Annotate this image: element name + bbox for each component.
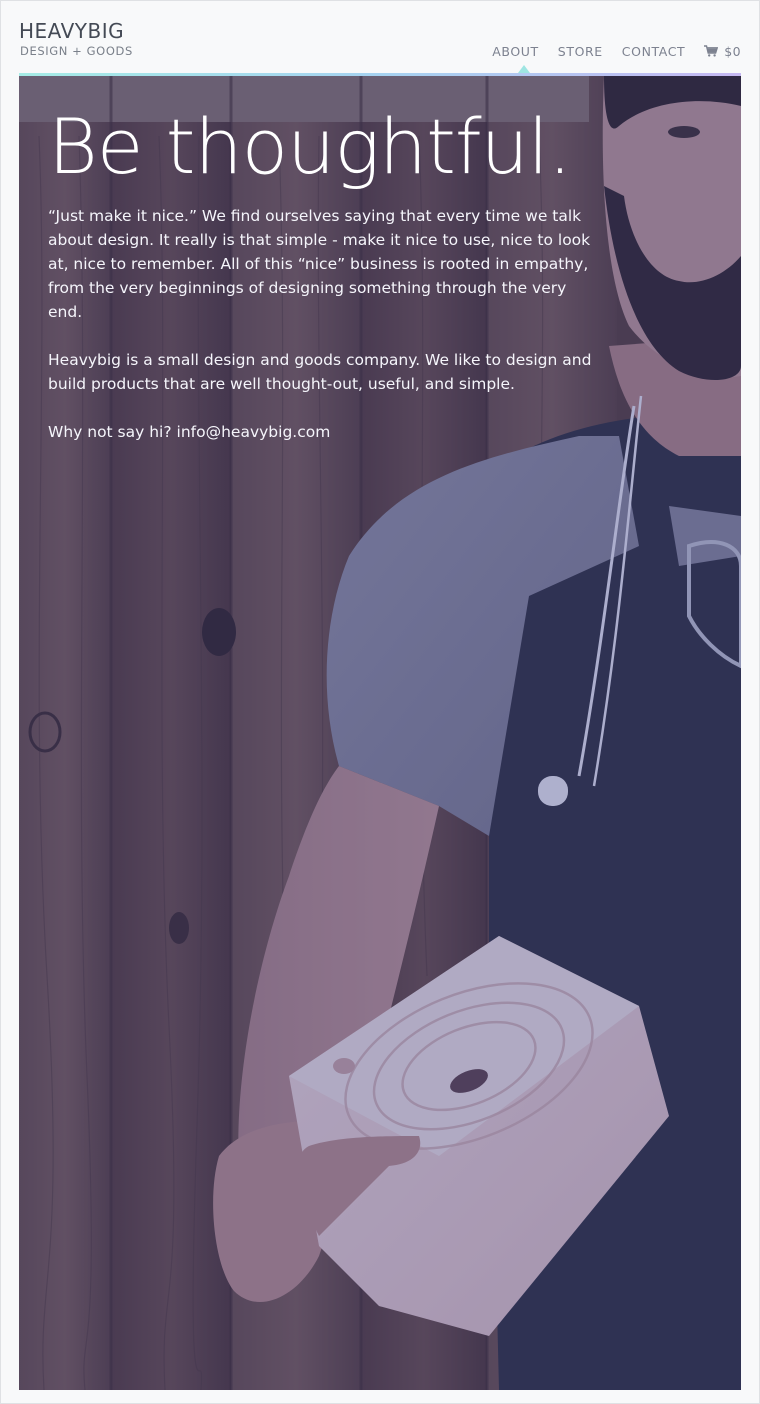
active-nav-indicator bbox=[518, 65, 530, 73]
site-header: HEAVYBIG DESIGN + GOODS ABOUT STORE CONT… bbox=[19, 0, 741, 76]
nav-store-link[interactable]: STORE bbox=[558, 44, 603, 59]
contact-line: Why not say hi? info@heavybig.com bbox=[48, 420, 593, 444]
main-nav: ABOUT STORE CONTACT $0 bbox=[492, 43, 741, 59]
intro-paragraph: “Just make it nice.” We find ourselves s… bbox=[48, 207, 591, 321]
nav-contact-link[interactable]: CONTACT bbox=[622, 44, 685, 59]
brand-logo[interactable]: HEAVYBIG bbox=[19, 19, 124, 43]
email-link[interactable]: info@heavybig.com bbox=[177, 423, 331, 441]
cart-total: $0 bbox=[724, 43, 741, 59]
cart-icon bbox=[704, 45, 719, 57]
brand-tagline: DESIGN + GOODS bbox=[20, 44, 133, 58]
company-paragraph: Heavybig is a small design and goods com… bbox=[48, 351, 592, 393]
nav-about-link[interactable]: ABOUT bbox=[492, 44, 539, 59]
hero-title: Be thoughtful. bbox=[48, 102, 572, 191]
cart-button[interactable]: $0 bbox=[704, 44, 741, 59]
contact-prefix: Why not say hi? bbox=[48, 423, 177, 441]
hero-section: Be thoughtful. “Just make it nice.” We f… bbox=[19, 76, 741, 1390]
hero-text: Be thoughtful. “Just make it nice.” We f… bbox=[48, 102, 593, 468]
